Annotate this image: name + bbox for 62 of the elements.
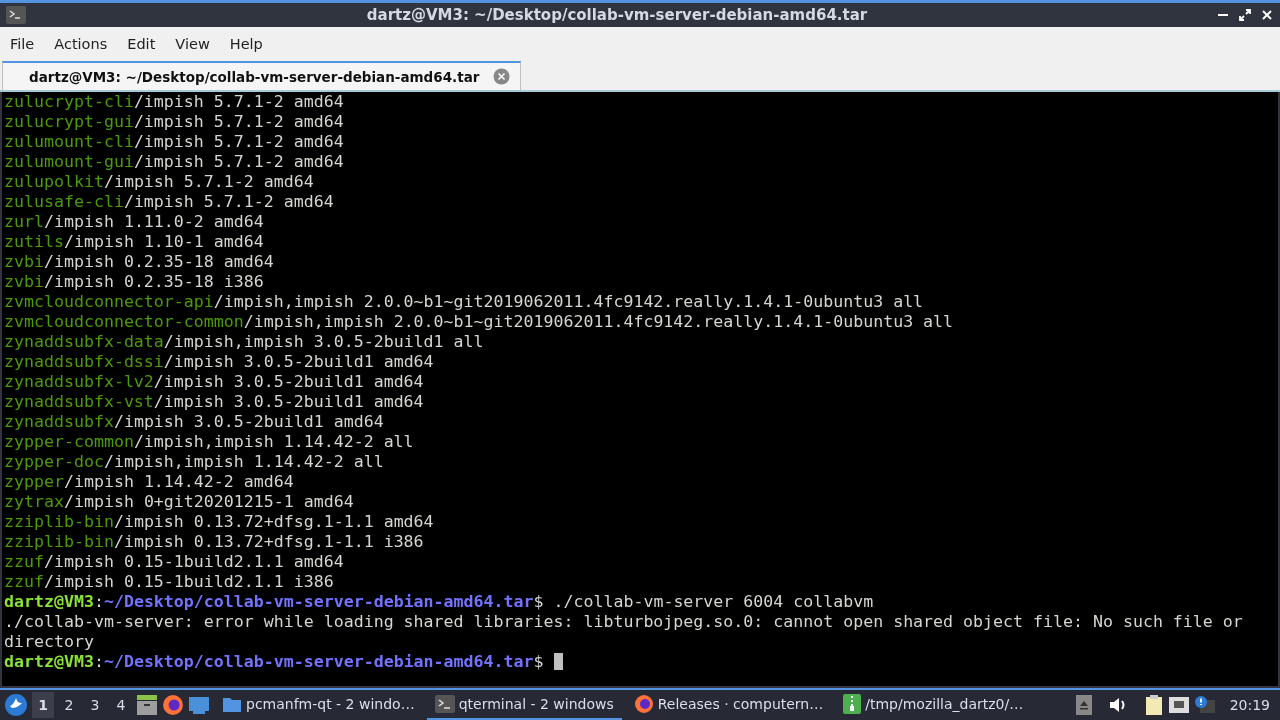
terminal-line: zypper/impish 1.14.42-2 amd64 (4, 472, 295, 492)
terminal-line: zulucrypt-cli/impish 5.7.1-2 amd64 (4, 92, 345, 112)
terminal-line: zurl/impish 1.11.0-2 amd64 (4, 212, 265, 232)
clipboard-icon[interactable] (1143, 694, 1164, 716)
terminal-line: dartz@VM3:~/Desktop/collab-vm-server-debian-amd64.tar$ (4, 652, 545, 671)
folder-icon (222, 695, 242, 713)
terminal-line: zutils/impish 1.10-1 amd64 (4, 232, 265, 252)
terminal-line: zypper-doc/impish,impish 1.14.42-2 all (4, 452, 385, 472)
maximize-button[interactable] (1238, 8, 1252, 22)
terminal-line: directory (4, 632, 95, 652)
task-button[interactable]: Releases · computern… (625, 690, 832, 720)
terminal-line: zulucrypt-gui/impish 5.7.1-2 amd64 (4, 112, 345, 132)
terminal-line: ./collab-vm-server: error while loading shared libraries: libturbojpeg.so.0: cannot open shared object file: No such file or (4, 612, 1244, 632)
firefox-icon[interactable] (162, 694, 184, 716)
task-button[interactable]: qterminal - 2 windows (426, 690, 622, 720)
terminal-line: zynaddsubfx-vst/impish 3.0.5-2build1 amd64 (4, 392, 425, 412)
terminal-line: zulupolkit/impish 5.7.1-2 amd64 (4, 172, 315, 192)
terminal-line: zvbi/impish 0.2.35-18 i386 (4, 272, 265, 292)
eject-icon[interactable] (1075, 695, 1092, 715)
window-title: dartz@VM3: ~/Desktop/collab-vm-server-debian-amd64.tar (365, 6, 869, 24)
desktop-switch[interactable]: 2 (58, 692, 80, 718)
terminal-line: zulumount-gui/impish 5.7.1-2 amd64 (4, 152, 345, 172)
terminal-tab[interactable]: dartz@VM3: ~/Desktop/collab-vm-server-debian-amd64.tar (2, 61, 522, 90)
terminal-line: zulumount-cli/impish 5.7.1-2 amd64 (4, 132, 345, 152)
network-icon[interactable] (1167, 696, 1190, 714)
menu-item[interactable]: File (2, 35, 43, 52)
desktop-switch[interactable]: 4 (110, 692, 132, 718)
menu-item[interactable]: Edit (119, 35, 164, 52)
terminal-line: zytrax/impish 0+git20201215-1 amd64 (4, 492, 355, 512)
bird-icon[interactable] (4, 693, 28, 717)
notification-icon[interactable] (1193, 695, 1216, 715)
terminal-icon (6, 6, 26, 24)
file-cabinet-icon[interactable] (136, 694, 158, 716)
task-button[interactable]: pcmanfm-qt - 2 windo… (214, 690, 423, 720)
terminal-line: zvmcloudconnector-api/impish,impish 2.0.0~b1~git2019062011.4fc9142.really.1.4.1-0ubuntu3 all (4, 292, 925, 312)
archive-icon (843, 694, 862, 714)
terminal-line: dartz@VM3:~/Desktop/collab-vm-server-debian-amd64.tar$ ./collab-vm-server 6004 collabvm (4, 592, 874, 611)
terminal-line: zzuf/impish 0.15-1build2.1.1 amd64 (4, 552, 345, 572)
terminal-line: zvbi/impish 0.2.35-18 amd64 (4, 252, 275, 272)
terminal-line: zziplib-bin/impish 0.13.72+dfsg.1-1.1 i386 (4, 532, 425, 552)
terminal-area[interactable] (0, 92, 1280, 688)
terminal-line: zynaddsubfx-dssi/impish 3.0.5-2build1 amd64 (4, 352, 435, 372)
terminal-line: zypper-common/impish,impish 1.14.42-2 all (4, 432, 415, 452)
task-button[interactable]: /tmp/mozilla_dartz0/… (835, 690, 1032, 720)
menu-item[interactable]: View (167, 35, 218, 52)
terminal-line: zynaddsubfx-data/impish,impish 3.0.5-2build1 all (4, 332, 485, 352)
menu-item[interactable]: Help (221, 35, 271, 52)
menu-item[interactable]: Actions (46, 35, 116, 52)
terminal-line: zynaddsubfx-lv2/impish 3.0.5-2build1 amd64 (4, 372, 425, 392)
desktop-switch[interactable]: 1 (32, 692, 54, 718)
terminal-line: zzuf/impish 0.15-1build2.1.1 i386 (4, 572, 335, 592)
terminal-icon (434, 695, 455, 713)
terminal-line: zulusafe-cli/impish 5.7.1-2 amd64 (4, 192, 335, 212)
close-icon[interactable] (493, 68, 511, 85)
terminal-line: zvmcloudconnector-common/impish,impish 2.0.0~b1~git2019062011.4fc9142.really.1.4.1-0ubuntu3 all (4, 312, 955, 332)
firefox-icon (633, 694, 654, 714)
terminal-line: zynaddsubfx/impish 3.0.5-2build1 amd64 (4, 412, 385, 432)
terminal-line: zziplib-bin/impish 0.13.72+dfsg.1-1.1 amd64 (4, 512, 435, 532)
desktop-switch[interactable]: 3 (84, 692, 106, 718)
clock[interactable]: 20:19 (1229, 697, 1270, 713)
close-button[interactable] (1260, 8, 1274, 22)
desktop-icon[interactable] (188, 695, 210, 715)
